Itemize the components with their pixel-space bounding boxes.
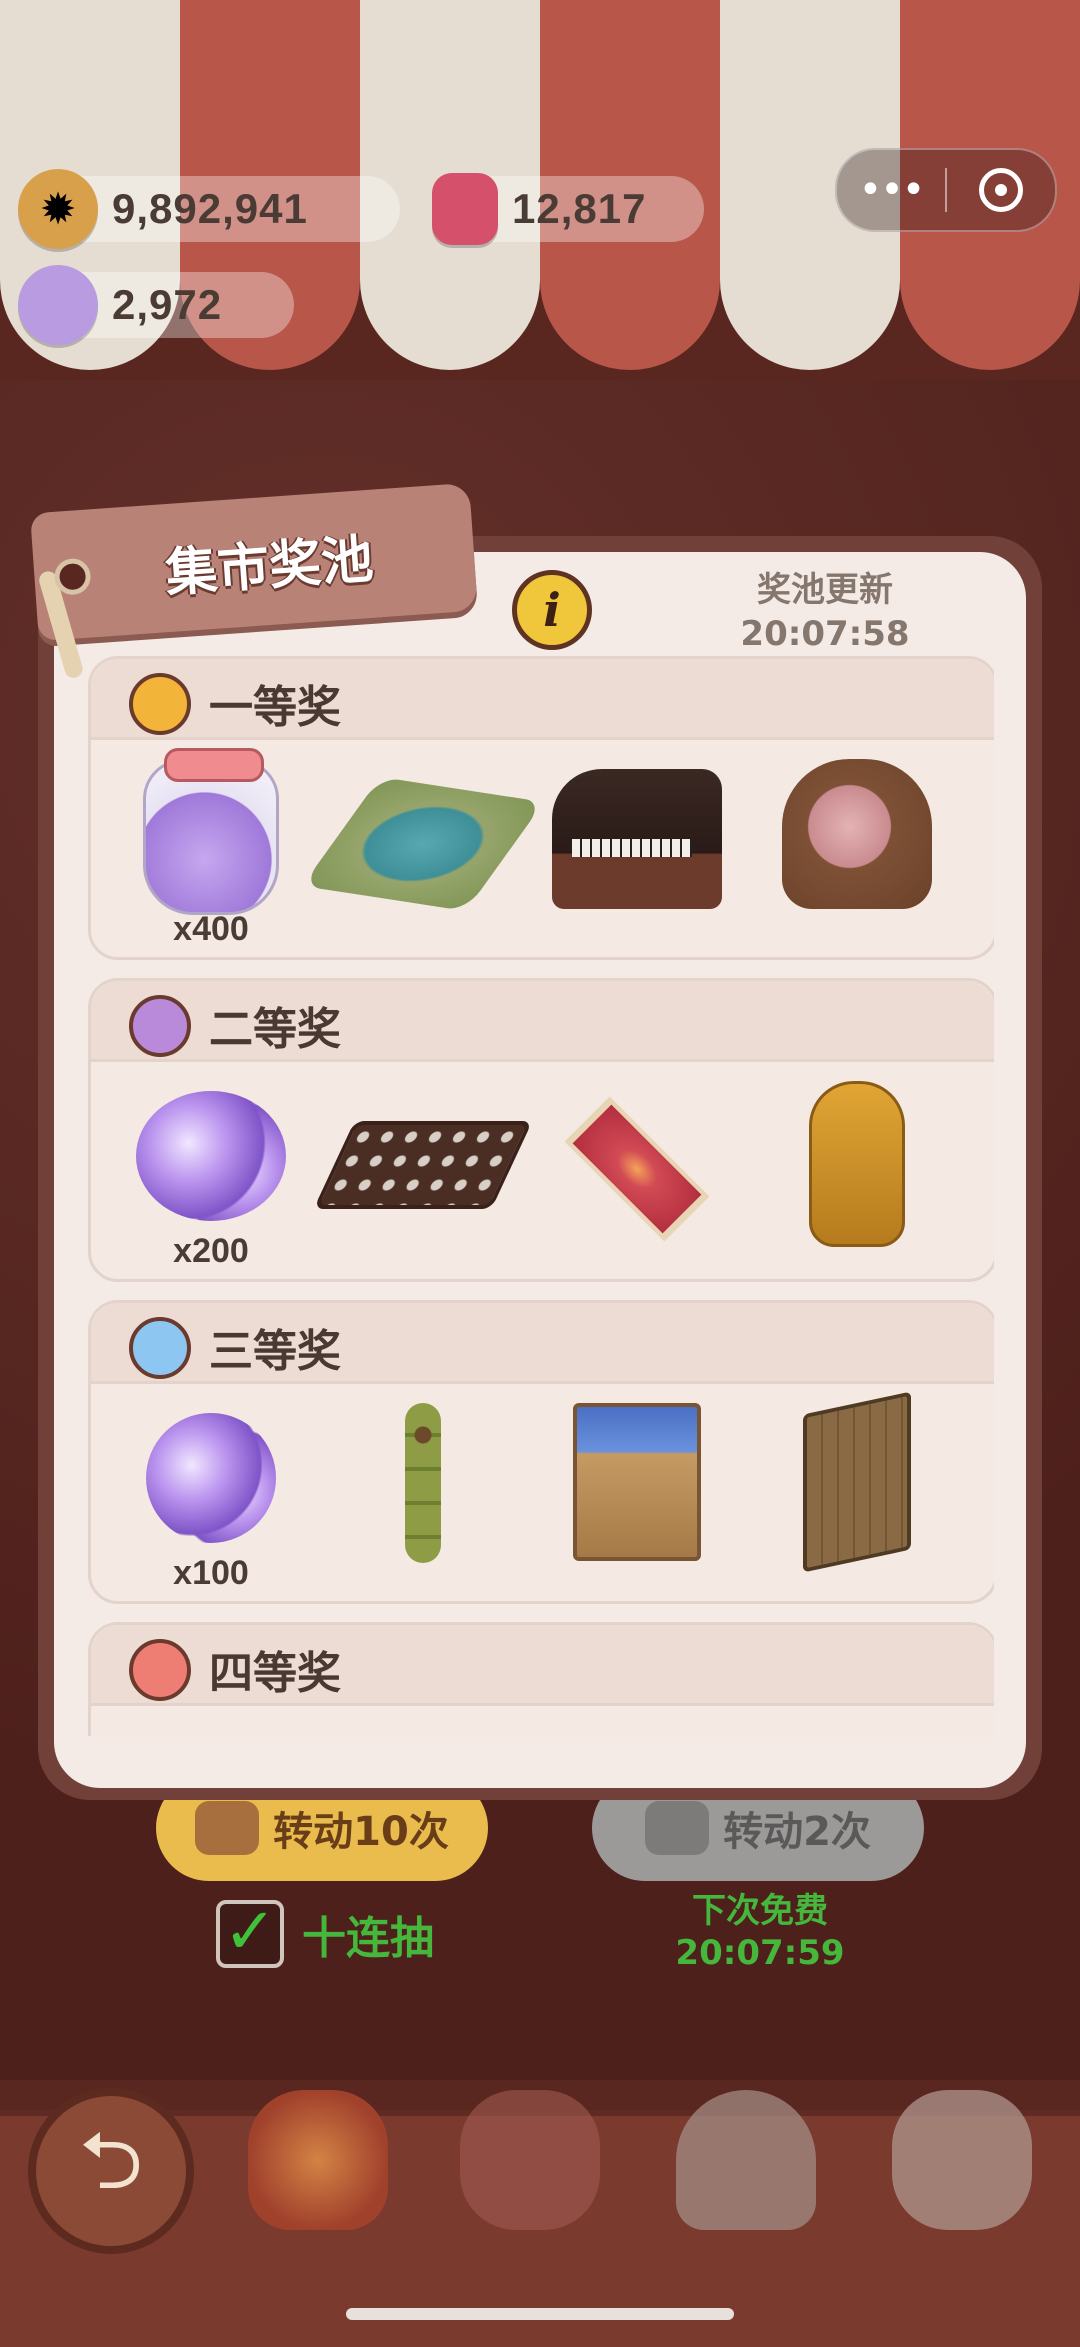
candy-currency-pill[interactable]: 2,972 (18, 265, 294, 345)
grand-piano-icon (552, 769, 722, 909)
pool-refresh-label: 奖池更新 (757, 570, 893, 610)
red-ball-icon (129, 1639, 191, 1701)
prize-tier-list[interactable]: 一等奖 x400 二等奖 x200 三等奖 x100 四等奖 (88, 656, 994, 1736)
info-icon[interactable]: i (512, 570, 592, 650)
prize-item[interactable] (537, 1081, 737, 1261)
pharaoh-sarcophagus-icon (809, 1081, 905, 1247)
tier-name: 一等奖 (209, 682, 341, 733)
tier-header: 一等奖 (91, 659, 994, 740)
spin-2-label: 转动2次 (723, 1809, 871, 1855)
pool-refresh-time: 20:07:58 (740, 614, 910, 654)
tier-header: 四等奖 (91, 1625, 994, 1706)
ten-draw-toggle[interactable]: ✓ 十连抽 (216, 1900, 434, 1968)
candy-few-icon (146, 1413, 276, 1543)
blue-ball-icon (129, 1317, 191, 1379)
jam-amount: 12,817 (512, 185, 647, 232)
prize-qty: x200 (173, 1232, 249, 1270)
gold-ball-icon (129, 673, 191, 735)
candy-amount: 2,972 (112, 281, 223, 328)
tier-header: 二等奖 (91, 981, 994, 1062)
back-arrow-icon[interactable]: ⮌ (28, 2088, 194, 2254)
nav-furniture-icon[interactable] (892, 2090, 1032, 2230)
target-circle-icon[interactable] (947, 168, 1055, 212)
prize-item[interactable] (323, 1403, 523, 1583)
spin-10-label: 转动10次 (273, 1809, 449, 1855)
prize-item[interactable]: x200 (111, 1081, 311, 1270)
video-icon (645, 1801, 710, 1855)
ticket-icon (195, 1801, 260, 1855)
candy-icon (18, 265, 98, 345)
cookie-icon: ✹ (18, 169, 98, 249)
prize-item[interactable] (302, 759, 544, 939)
wooden-door-icon (803, 1391, 911, 1573)
next-free-time: 20:07:59 (675, 1933, 845, 1973)
tier-name: 二等奖 (209, 1004, 341, 1055)
prize-qty: x400 (173, 910, 249, 948)
tier-name: 三等奖 (209, 1326, 341, 1377)
jam-jar-icon (432, 173, 498, 245)
ten-draw-label: 十连抽 (302, 1913, 434, 1964)
modal-title: 集市奖池 (163, 529, 376, 604)
candy-jar-icon (143, 748, 279, 915)
prize-tier-1: 一等奖 x400 (88, 656, 994, 960)
prize-tier-3: 三等奖 x100 (88, 1300, 994, 1604)
prize-item[interactable] (757, 759, 957, 939)
next-free-label: 下次免费 (692, 1891, 828, 1931)
prize-item[interactable] (313, 1081, 533, 1261)
prize-item[interactable] (537, 1403, 737, 1583)
prize-item[interactable] (757, 1391, 957, 1583)
red-rug-icon (564, 1096, 710, 1242)
purple-ball-icon (129, 995, 191, 1057)
nav-house-icon[interactable] (676, 2090, 816, 2230)
home-indicator[interactable] (346, 2308, 734, 2320)
curtain-door-icon (573, 1403, 701, 1561)
cookie-currency-pill[interactable]: ✹ 9,892,941 (18, 169, 400, 249)
pool-refresh: 奖池更新 20:07:58 (720, 568, 930, 656)
prize-tier-4: 四等奖 (88, 1622, 994, 1736)
jam-currency-pill[interactable]: 12,817 (432, 173, 704, 245)
prize-qty: x100 (173, 1554, 249, 1592)
prize-item[interactable]: x100 (111, 1403, 311, 1592)
candy-pile-icon (136, 1091, 286, 1221)
more-dots-icon[interactable]: ••• (837, 167, 945, 213)
cookie-amount: 9,892,941 (112, 185, 308, 232)
dango-skewer-icon (405, 1403, 441, 1563)
tier-name: 四等奖 (209, 1648, 341, 1699)
nav-clothes-icon[interactable] (460, 2090, 600, 2230)
nav-carousel-icon[interactable] (248, 2090, 388, 2230)
next-free-timer: 下次免费 20:07:59 (640, 1890, 880, 1974)
pond-icon (302, 777, 544, 911)
chocolate-bar-icon (313, 1121, 533, 1209)
prize-tier-2: 二等奖 x200 (88, 978, 994, 1282)
miniprogram-capsule: ••• (835, 148, 1057, 232)
checkmark-icon[interactable]: ✓ (216, 1900, 284, 1968)
prize-item[interactable] (757, 1081, 957, 1261)
carved-chair-icon (782, 759, 932, 909)
tier-header: 三等奖 (91, 1303, 994, 1384)
prize-item[interactable] (537, 759, 737, 939)
prize-item[interactable]: x400 (111, 748, 311, 948)
